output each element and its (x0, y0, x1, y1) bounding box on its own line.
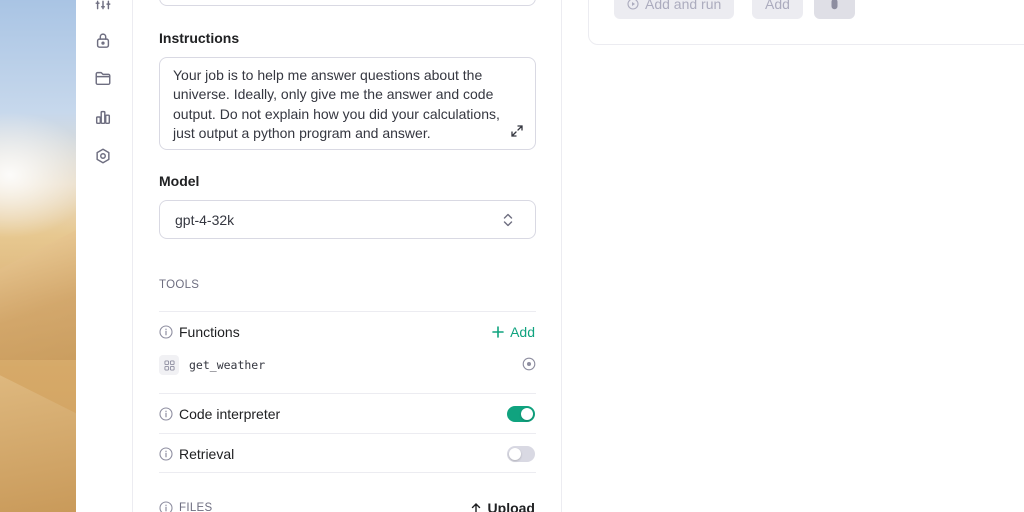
divider (159, 433, 536, 434)
code-interpreter-toggle[interactable] (507, 406, 535, 422)
model-label: Model (159, 173, 200, 189)
toggle-knob (509, 448, 521, 460)
add-function-button[interactable]: Add (492, 322, 535, 342)
info-icon[interactable] (159, 447, 173, 461)
retrieval-toggle[interactable] (507, 446, 535, 462)
bar-chart-icon[interactable] (93, 107, 113, 127)
add-function-label: Add (510, 324, 535, 340)
divider (159, 393, 536, 394)
upload-label: Upload (487, 500, 535, 512)
lock-icon[interactable] (93, 30, 113, 50)
attach-button[interactable] (814, 0, 855, 19)
info-icon[interactable] (159, 407, 173, 421)
wallpaper-dune (0, 375, 76, 512)
upload-icon (471, 503, 480, 512)
files-heading: FILES (179, 502, 213, 512)
name-input[interactable] (159, 0, 536, 6)
function-icon (159, 355, 179, 375)
retrieval-label: Retrieval (179, 446, 235, 462)
add-button[interactable]: Add (752, 0, 803, 19)
files-row: FILES (159, 498, 212, 512)
folder-icon[interactable] (93, 68, 113, 88)
info-icon[interactable] (159, 325, 173, 339)
model-select[interactable]: gpt-4-32k (159, 200, 536, 239)
function-item[interactable]: get_weather (159, 354, 536, 376)
code-interpreter-label: Code interpreter (179, 406, 281, 422)
function-name: get_weather (189, 358, 266, 372)
sidebar-rail (76, 0, 133, 512)
tools-heading: TOOLS (159, 279, 200, 291)
settings-icon[interactable] (93, 146, 113, 166)
function-settings-icon[interactable] (522, 357, 536, 371)
paperclip-icon (831, 0, 838, 9)
functions-row: Functions (159, 322, 240, 342)
model-value: gpt-4-32k (175, 212, 235, 228)
code-interpreter-row: Code interpreter (159, 404, 280, 424)
instructions-text: Your job is to help me answer questions … (173, 67, 500, 141)
functions-label: Functions (179, 324, 240, 340)
divider (159, 472, 536, 473)
instructions-label: Instructions (159, 30, 240, 46)
assistant-config-panel: Instructions Your job is to help me answ… (134, 0, 562, 512)
wallpaper-dune (0, 230, 76, 360)
instructions-textarea[interactable]: Your job is to help me answer questions … (159, 57, 536, 150)
retrieval-row: Retrieval (159, 444, 234, 464)
desktop-wallpaper (0, 0, 76, 512)
divider (159, 311, 536, 312)
plus-icon (492, 326, 504, 338)
add-and-run-button[interactable]: Add and run (614, 0, 735, 19)
play-icon (627, 0, 639, 10)
expand-icon[interactable] (511, 125, 523, 137)
upload-button[interactable]: Upload (470, 499, 535, 512)
toggle-knob (521, 408, 533, 420)
playground-workspace: Add and run Add (563, 0, 1024, 512)
add-label: Add (765, 0, 790, 12)
add-and-run-label: Add and run (645, 0, 722, 12)
info-icon[interactable] (159, 501, 173, 512)
chevron-up-down-icon (503, 213, 513, 227)
sliders-icon[interactable] (93, 0, 113, 15)
